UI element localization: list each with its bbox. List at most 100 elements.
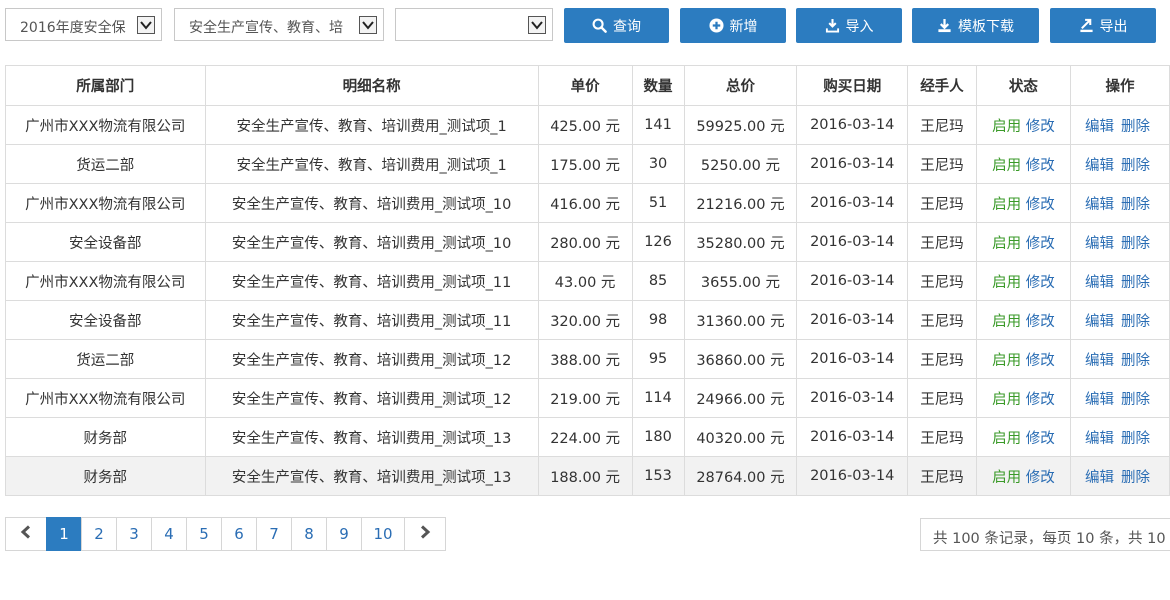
edit-link[interactable]: 编辑: [1085, 119, 1114, 135]
cell-qty: 95: [631, 339, 685, 379]
column-header: 数量: [631, 65, 685, 106]
edit-link[interactable]: 编辑: [1085, 197, 1114, 213]
table-header-row: 所属部门 明细名称 单价 数量 总价 购买日期 经手人 状态 操作: [5, 65, 1170, 106]
cell-date: 2016-03-14: [796, 417, 909, 457]
cell-status: 启用 修改: [975, 456, 1072, 496]
modify-status-link[interactable]: 修改: [1026, 119, 1055, 135]
page-8-button[interactable]: 8: [291, 517, 327, 551]
cell-price: 425.00 元: [537, 105, 633, 145]
delete-link[interactable]: 删除: [1121, 158, 1150, 174]
page-6-button[interactable]: 6: [221, 517, 257, 551]
page-2-button[interactable]: 2: [81, 517, 117, 551]
edit-link[interactable]: 编辑: [1085, 431, 1114, 447]
cell-date: 2016-03-14: [796, 105, 909, 145]
page-4-button[interactable]: 4: [151, 517, 187, 551]
cell-total: 24966.00 元: [683, 378, 798, 418]
cell-qty: 141: [631, 105, 685, 145]
table-body: 广州市XXX物流有限公司 安全生产宣传、教育、培训费用_测试项_1 425.00 元…: [5, 105, 1170, 496]
page-5-button[interactable]: 5: [186, 517, 222, 551]
edit-link[interactable]: 编辑: [1085, 275, 1114, 291]
next-page-button[interactable]: [404, 517, 446, 551]
cell-qty: 98: [631, 300, 685, 340]
cell-dept: 广州市XXX物流有限公司: [5, 261, 206, 301]
chevron-down-icon: [528, 16, 546, 34]
modify-status-link[interactable]: 修改: [1026, 275, 1055, 291]
delete-link[interactable]: 删除: [1121, 236, 1150, 252]
modify-status-link[interactable]: 修改: [1026, 236, 1055, 252]
cell-dept: 广州市XXX物流有限公司: [5, 183, 206, 223]
cell-price: 388.00 元: [537, 339, 633, 379]
table-row: 财务部 安全生产宣传、教育、培训费用_测试项_13 224.00 元 180 40320…: [5, 417, 1170, 457]
cell-actions: 编辑 删除: [1070, 456, 1170, 496]
edit-link[interactable]: 编辑: [1085, 353, 1114, 369]
cell-dept: 安全设备部: [5, 300, 206, 340]
prev-page-button[interactable]: [5, 517, 47, 551]
cell-price: 175.00 元: [537, 144, 633, 184]
cell-name: 安全生产宣传、教育、培训费用_测试项_1: [204, 144, 539, 184]
cell-handler: 王尼玛: [907, 183, 977, 223]
status-label: 启用: [992, 352, 1022, 369]
chevron-right-icon: [419, 525, 431, 543]
edit-link[interactable]: 编辑: [1085, 158, 1114, 174]
page-1-button[interactable]: 1: [46, 517, 82, 551]
edit-link[interactable]: 编辑: [1085, 314, 1114, 330]
page-3-button[interactable]: 3: [116, 517, 152, 551]
delete-link[interactable]: 删除: [1121, 470, 1150, 486]
export-button[interactable]: 导出: [1050, 8, 1156, 43]
pagination-summary: 共 100 条记录，每页 10 条，共 10 页: [920, 518, 1170, 551]
column-header: 总价: [683, 65, 798, 106]
delete-link[interactable]: 删除: [1121, 314, 1150, 330]
cell-date: 2016-03-14: [796, 261, 909, 301]
cell-handler: 王尼玛: [907, 222, 977, 262]
modify-status-link[interactable]: 修改: [1026, 431, 1055, 447]
status-label: 启用: [992, 469, 1022, 486]
data-table: 所属部门 明细名称 单价 数量 总价 购买日期 经手人 状态 操作 广州市XXX物流有限公司 安全…: [5, 65, 1170, 496]
table-row: 货运二部 安全生产宣传、教育、培训费用_测试项_12 388.00 元 95 36860…: [5, 339, 1170, 379]
page-9-button[interactable]: 9: [326, 517, 362, 551]
add-button[interactable]: 新增: [680, 8, 786, 43]
modify-status-link[interactable]: 修改: [1026, 314, 1055, 330]
cell-price: 320.00 元: [537, 300, 633, 340]
edit-link[interactable]: 编辑: [1085, 236, 1114, 252]
export-button-label: 导出: [1099, 18, 1128, 35]
edit-link[interactable]: 编辑: [1085, 392, 1114, 408]
cell-actions: 编辑 删除: [1070, 105, 1170, 145]
delete-link[interactable]: 删除: [1121, 197, 1150, 213]
column-header: 经手人: [907, 65, 977, 106]
template-download-button[interactable]: 模板下载: [912, 8, 1039, 43]
cell-handler: 王尼玛: [907, 261, 977, 301]
modify-status-link[interactable]: 修改: [1026, 470, 1055, 486]
table-row: 广州市XXX物流有限公司 安全生产宣传、教育、培训费用_测试项_10 416.00 …: [5, 183, 1170, 223]
page-10-button[interactable]: 10: [361, 517, 405, 551]
delete-link[interactable]: 删除: [1121, 431, 1150, 447]
query-button[interactable]: 查询: [564, 8, 669, 43]
import-button[interactable]: 导入: [796, 8, 902, 43]
delete-link[interactable]: 删除: [1121, 392, 1150, 408]
table-row: 货运二部 安全生产宣传、教育、培训费用_测试项_1 175.00 元 30 5250.0…: [5, 144, 1170, 184]
modify-status-link[interactable]: 修改: [1026, 353, 1055, 369]
cell-total: 31360.00 元: [683, 300, 798, 340]
delete-link[interactable]: 删除: [1121, 275, 1150, 291]
third-select[interactable]: [395, 8, 553, 41]
page-7-button[interactable]: 7: [256, 517, 292, 551]
cell-qty: 51: [631, 183, 685, 223]
cell-qty: 126: [631, 222, 685, 262]
cell-status: 启用 修改: [975, 417, 1072, 457]
cell-total: 5250.00 元: [683, 144, 798, 184]
modify-status-link[interactable]: 修改: [1026, 158, 1055, 174]
delete-link[interactable]: 删除: [1121, 119, 1150, 135]
modify-status-link[interactable]: 修改: [1026, 197, 1055, 213]
cell-price: 219.00 元: [537, 378, 633, 418]
add-button-label: 新增: [729, 18, 758, 35]
cell-handler: 王尼玛: [907, 144, 977, 184]
modify-status-link[interactable]: 修改: [1026, 392, 1055, 408]
cell-handler: 王尼玛: [907, 417, 977, 457]
status-label: 启用: [992, 118, 1022, 135]
delete-link[interactable]: 删除: [1121, 353, 1150, 369]
cell-status: 启用 修改: [975, 222, 1072, 262]
edit-link[interactable]: 编辑: [1085, 470, 1114, 486]
column-header: 单价: [537, 65, 633, 106]
year-select[interactable]: 2016年度安全保: [5, 8, 162, 41]
status-label: 启用: [992, 157, 1022, 174]
category-select[interactable]: 安全生产宣传、教育、培: [174, 8, 384, 41]
